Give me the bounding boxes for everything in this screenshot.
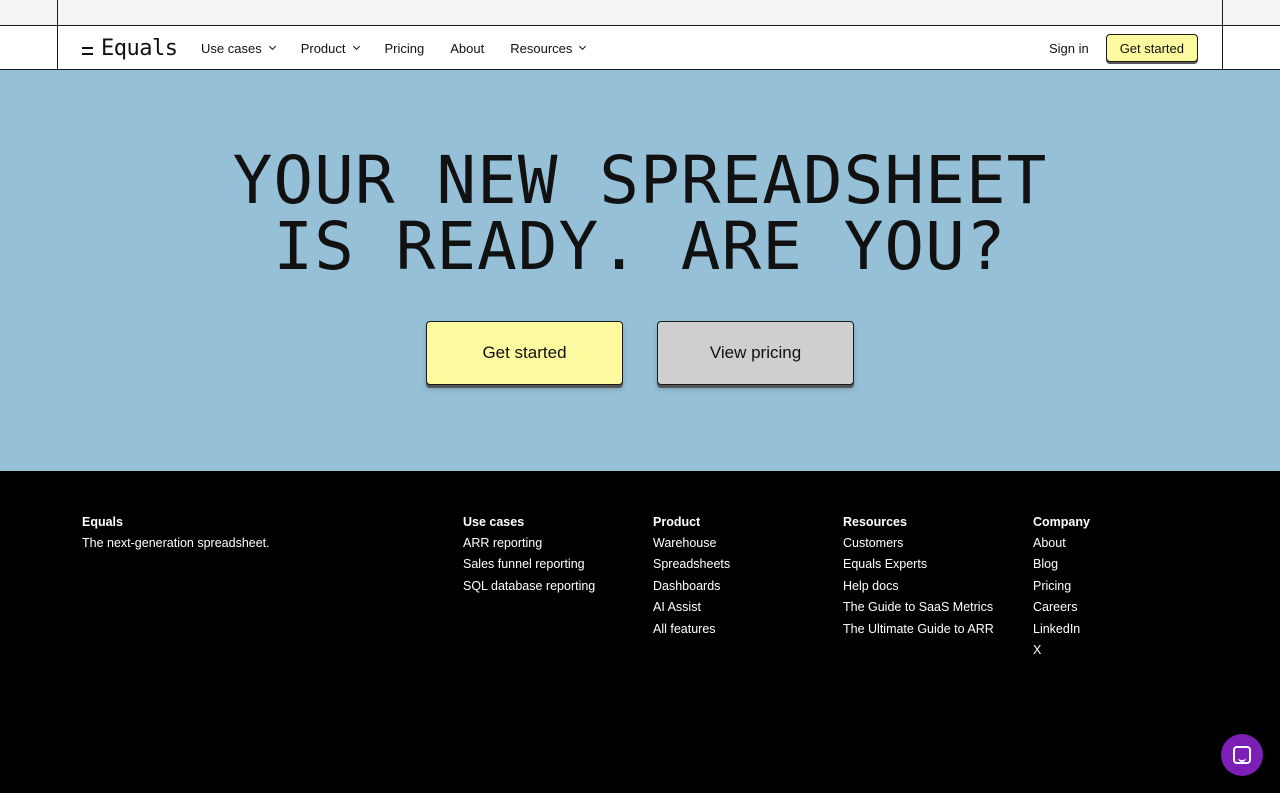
nav-about-label: About xyxy=(450,40,485,56)
footer-col-use-cases: Use cases ARR reporting Sales funnel rep… xyxy=(463,515,595,600)
nav-use-cases-label: Use cases xyxy=(201,40,262,56)
nav-pricing-label: Pricing xyxy=(384,40,425,56)
nav-use-cases[interactable]: Use cases xyxy=(201,40,276,56)
footer-link-blog[interactable]: Blog xyxy=(1033,557,1090,571)
footer-link-saas-metrics-guide[interactable]: The Guide to SaaS Metrics xyxy=(843,600,994,614)
chat-icon xyxy=(1233,746,1251,764)
hero-title-line-1: YOUR NEW SPREADSHEET xyxy=(232,142,1048,219)
view-pricing-button[interactable]: View pricing xyxy=(657,321,854,385)
nav-actions: Sign in Get started xyxy=(1049,26,1198,70)
footer-link-linkedin[interactable]: LinkedIn xyxy=(1033,622,1090,636)
footer-link-warehouse[interactable]: Warehouse xyxy=(653,536,730,550)
top-strip xyxy=(0,0,1280,26)
footer-link-pricing[interactable]: Pricing xyxy=(1033,579,1090,593)
footer-link-help-docs[interactable]: Help docs xyxy=(843,579,994,593)
footer-col-heading: Product xyxy=(653,515,701,529)
footer-link-careers[interactable]: Careers xyxy=(1033,600,1090,614)
footer-col-heading: Use cases xyxy=(463,515,525,529)
chevron-down-icon xyxy=(352,42,360,51)
hero-title-line-2: IS READY. ARE YOU? xyxy=(273,208,1007,285)
footer-brand-heading: Equals xyxy=(82,515,123,529)
footer-brand: Equals The next-generation spreadsheet. xyxy=(82,515,270,557)
nav-pricing[interactable]: Pricing xyxy=(385,41,425,56)
nav-about[interactable]: About xyxy=(450,41,484,56)
nav-resources-label: Resources xyxy=(510,40,573,56)
footer: Equals The next-generation spreadsheet. … xyxy=(0,471,1280,793)
footer-link-arr-guide[interactable]: The Ultimate Guide to ARR xyxy=(843,622,994,636)
footer-col-resources: Resources Customers Equals Experts Help … xyxy=(843,515,994,643)
footer-link-ai-assist[interactable]: AI Assist xyxy=(653,600,730,614)
footer-col-heading: Company xyxy=(1033,515,1090,529)
footer-link-sales-funnel-reporting[interactable]: Sales funnel reporting xyxy=(463,557,595,571)
logo-text: Equals xyxy=(101,35,178,61)
hero-buttons: Get started View pricing xyxy=(0,321,1280,385)
nav-product[interactable]: Product xyxy=(300,40,360,56)
footer-link-all-features[interactable]: All features xyxy=(653,622,730,636)
footer-link-sql-database-reporting[interactable]: SQL database reporting xyxy=(463,579,595,593)
footer-tagline: The next-generation spreadsheet. xyxy=(82,536,270,550)
footer-col-product: Product Warehouse Spreadsheets Dashboard… xyxy=(653,515,730,643)
footer-link-customers[interactable]: Customers xyxy=(843,536,994,550)
nav-resources[interactable]: Resources xyxy=(510,40,587,56)
equals-logo-icon xyxy=(82,46,93,56)
footer-col-heading: Resources xyxy=(843,515,907,529)
footer-link-spreadsheets[interactable]: Spreadsheets xyxy=(653,557,730,571)
nav-get-started-button[interactable]: Get started xyxy=(1105,34,1198,62)
chevron-down-icon xyxy=(579,42,587,51)
footer-link-dashboards[interactable]: Dashboards xyxy=(653,579,730,593)
footer-link-x[interactable]: X xyxy=(1033,643,1090,657)
hero-get-started-button[interactable]: Get started xyxy=(426,321,623,385)
chevron-down-icon xyxy=(268,42,276,51)
hero-title: YOUR NEW SPREADSHEET IS READY. ARE YOU? xyxy=(0,148,1280,280)
hero-section: YOUR NEW SPREADSHEET IS READY. ARE YOU? … xyxy=(0,70,1280,471)
nav-links: Use cases Product Pricing About Resource… xyxy=(201,26,587,70)
footer-link-about[interactable]: About xyxy=(1033,536,1090,550)
nav-product-label: Product xyxy=(300,40,346,56)
footer-link-arr-reporting[interactable]: ARR reporting xyxy=(463,536,595,550)
logo[interactable]: Equals xyxy=(82,35,178,61)
sign-in-link[interactable]: Sign in xyxy=(1049,41,1089,56)
footer-link-equals-experts[interactable]: Equals Experts xyxy=(843,557,994,571)
footer-col-company: Company About Blog Pricing Careers Linke… xyxy=(1033,515,1090,664)
chat-launcher-button[interactable] xyxy=(1221,734,1263,776)
